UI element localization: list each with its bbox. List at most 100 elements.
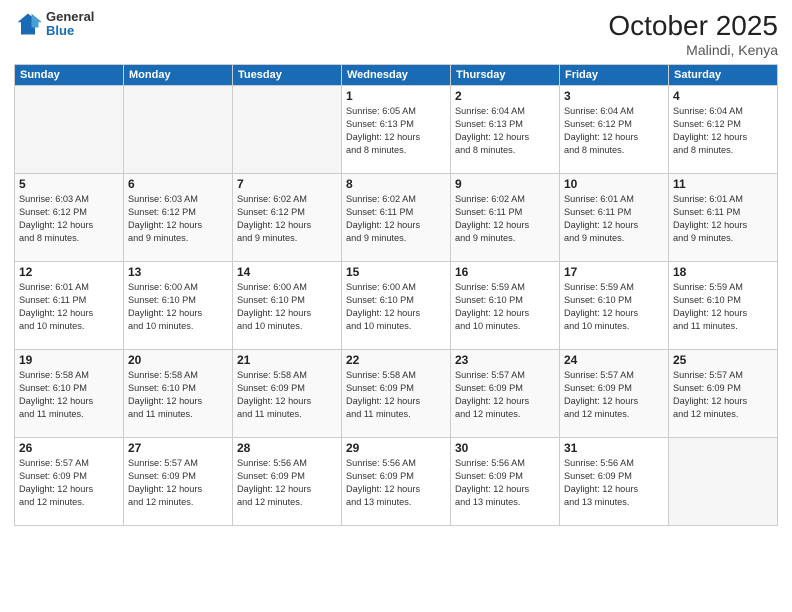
table-row: 10 Sunrise: 6:01 AM Sunset: 6:11 PM Dayli… bbox=[560, 174, 669, 262]
day-number: 18 bbox=[673, 265, 773, 279]
logo-general: General bbox=[46, 10, 94, 24]
table-row: 6 Sunrise: 6:03 AM Sunset: 6:12 PM Daylig… bbox=[124, 174, 233, 262]
page: General Blue October 2025 Malindi, Kenya… bbox=[0, 0, 792, 612]
day-number: 3 bbox=[564, 89, 664, 103]
day-number: 7 bbox=[237, 177, 337, 191]
day-number: 10 bbox=[564, 177, 664, 191]
day-number: 26 bbox=[19, 441, 119, 455]
day-info: Sunrise: 5:56 AM Sunset: 6:09 PM Dayligh… bbox=[564, 457, 664, 509]
day-info: Sunrise: 5:57 AM Sunset: 6:09 PM Dayligh… bbox=[564, 369, 664, 421]
day-number: 27 bbox=[128, 441, 228, 455]
day-number: 28 bbox=[237, 441, 337, 455]
day-number: 31 bbox=[564, 441, 664, 455]
day-number: 14 bbox=[237, 265, 337, 279]
day-info: Sunrise: 6:04 AM Sunset: 6:12 PM Dayligh… bbox=[673, 105, 773, 157]
day-number: 21 bbox=[237, 353, 337, 367]
col-friday: Friday bbox=[560, 65, 669, 86]
day-info: Sunrise: 6:00 AM Sunset: 6:10 PM Dayligh… bbox=[128, 281, 228, 333]
col-thursday: Thursday bbox=[451, 65, 560, 86]
day-number: 20 bbox=[128, 353, 228, 367]
logo-blue: Blue bbox=[46, 24, 94, 38]
header: General Blue October 2025 Malindi, Kenya bbox=[14, 10, 778, 58]
col-tuesday: Tuesday bbox=[233, 65, 342, 86]
calendar-header-row: Sunday Monday Tuesday Wednesday Thursday… bbox=[15, 65, 778, 86]
table-row: 5 Sunrise: 6:03 AM Sunset: 6:12 PM Daylig… bbox=[15, 174, 124, 262]
table-row: 4 Sunrise: 6:04 AM Sunset: 6:12 PM Daylig… bbox=[669, 86, 778, 174]
day-number: 30 bbox=[455, 441, 555, 455]
col-sunday: Sunday bbox=[15, 65, 124, 86]
table-row bbox=[124, 86, 233, 174]
day-info: Sunrise: 5:58 AM Sunset: 6:09 PM Dayligh… bbox=[346, 369, 446, 421]
day-number: 4 bbox=[673, 89, 773, 103]
day-number: 5 bbox=[19, 177, 119, 191]
day-info: Sunrise: 6:01 AM Sunset: 6:11 PM Dayligh… bbox=[564, 193, 664, 245]
table-row: 8Sunrise: 6:02 AM Sunset: 6:11 PM Daylig… bbox=[342, 174, 451, 262]
day-info: Sunrise: 6:04 AM Sunset: 6:13 PM Dayligh… bbox=[455, 105, 555, 157]
day-info: Sunrise: 5:57 AM Sunset: 6:09 PM Dayligh… bbox=[128, 457, 228, 509]
table-row bbox=[669, 438, 778, 526]
day-number: 12 bbox=[19, 265, 119, 279]
day-number: 8 bbox=[346, 177, 446, 191]
day-info: Sunrise: 5:59 AM Sunset: 6:10 PM Dayligh… bbox=[455, 281, 555, 333]
table-row: 3Sunrise: 6:04 AM Sunset: 6:12 PM Daylig… bbox=[560, 86, 669, 174]
day-info: Sunrise: 5:57 AM Sunset: 6:09 PM Dayligh… bbox=[673, 369, 773, 421]
table-row: 24 Sunrise: 5:57 AM Sunset: 6:09 PM Dayli… bbox=[560, 350, 669, 438]
table-row: 11 Sunrise: 6:01 AM Sunset: 6:11 PM Dayli… bbox=[669, 174, 778, 262]
table-row: 14Sunrise: 6:00 AM Sunset: 6:10 PM Dayli… bbox=[233, 262, 342, 350]
day-info: Sunrise: 6:03 AM Sunset: 6:12 PM Dayligh… bbox=[19, 193, 119, 245]
day-info: Sunrise: 5:58 AM Sunset: 6:10 PM Dayligh… bbox=[19, 369, 119, 421]
day-info: Sunrise: 5:56 AM Sunset: 6:09 PM Dayligh… bbox=[346, 457, 446, 509]
day-info: Sunrise: 5:58 AM Sunset: 6:09 PM Dayligh… bbox=[237, 369, 337, 421]
table-row: 12Sunrise: 6:01 AM Sunset: 6:11 PM Dayli… bbox=[15, 262, 124, 350]
calendar: Sunday Monday Tuesday Wednesday Thursday… bbox=[14, 64, 778, 526]
day-number: 11 bbox=[673, 177, 773, 191]
day-number: 19 bbox=[19, 353, 119, 367]
day-info: Sunrise: 5:56 AM Sunset: 6:09 PM Dayligh… bbox=[455, 457, 555, 509]
day-info: Sunrise: 5:59 AM Sunset: 6:10 PM Dayligh… bbox=[673, 281, 773, 333]
col-monday: Monday bbox=[124, 65, 233, 86]
logo-text: General Blue bbox=[46, 10, 94, 39]
table-row: 29Sunrise: 5:56 AM Sunset: 6:09 PM Dayli… bbox=[342, 438, 451, 526]
day-info: Sunrise: 5:56 AM Sunset: 6:09 PM Dayligh… bbox=[237, 457, 337, 509]
col-saturday: Saturday bbox=[669, 65, 778, 86]
day-info: Sunrise: 5:57 AM Sunset: 6:09 PM Dayligh… bbox=[19, 457, 119, 509]
day-info: Sunrise: 5:57 AM Sunset: 6:09 PM Dayligh… bbox=[455, 369, 555, 421]
table-row: 30 Sunrise: 5:56 AM Sunset: 6:09 PM Dayli… bbox=[451, 438, 560, 526]
col-wednesday: Wednesday bbox=[342, 65, 451, 86]
day-info: Sunrise: 6:03 AM Sunset: 6:12 PM Dayligh… bbox=[128, 193, 228, 245]
day-number: 24 bbox=[564, 353, 664, 367]
day-number: 13 bbox=[128, 265, 228, 279]
table-row: 26 Sunrise: 5:57 AM Sunset: 6:09 PM Dayli… bbox=[15, 438, 124, 526]
table-row: 22Sunrise: 5:58 AM Sunset: 6:09 PM Dayli… bbox=[342, 350, 451, 438]
day-info: Sunrise: 5:58 AM Sunset: 6:10 PM Dayligh… bbox=[128, 369, 228, 421]
day-number: 1 bbox=[346, 89, 446, 103]
day-number: 16 bbox=[455, 265, 555, 279]
calendar-week-row: 19 Sunrise: 5:58 AM Sunset: 6:10 PM Dayli… bbox=[15, 350, 778, 438]
table-row: 19 Sunrise: 5:58 AM Sunset: 6:10 PM Dayli… bbox=[15, 350, 124, 438]
day-number: 6 bbox=[128, 177, 228, 191]
table-row: 9Sunrise: 6:02 AM Sunset: 6:11 PM Daylig… bbox=[451, 174, 560, 262]
table-row: 16 Sunrise: 5:59 AM Sunset: 6:10 PM Dayli… bbox=[451, 262, 560, 350]
title-block: October 2025 Malindi, Kenya bbox=[608, 10, 778, 58]
table-row: 25Sunrise: 5:57 AM Sunset: 6:09 PM Dayli… bbox=[669, 350, 778, 438]
logo-icon bbox=[14, 10, 42, 38]
table-row: 27 Sunrise: 5:57 AM Sunset: 6:09 PM Dayli… bbox=[124, 438, 233, 526]
table-row: 7 Sunrise: 6:02 AM Sunset: 6:12 PM Daylig… bbox=[233, 174, 342, 262]
table-row bbox=[233, 86, 342, 174]
day-info: Sunrise: 6:00 AM Sunset: 6:10 PM Dayligh… bbox=[346, 281, 446, 333]
day-info: Sunrise: 5:59 AM Sunset: 6:10 PM Dayligh… bbox=[564, 281, 664, 333]
logo: General Blue bbox=[14, 10, 94, 39]
day-info: Sunrise: 6:05 AM Sunset: 6:13 PM Dayligh… bbox=[346, 105, 446, 157]
day-info: Sunrise: 6:02 AM Sunset: 6:11 PM Dayligh… bbox=[455, 193, 555, 245]
day-number: 23 bbox=[455, 353, 555, 367]
table-row: 2 Sunrise: 6:04 AM Sunset: 6:13 PM Daylig… bbox=[451, 86, 560, 174]
table-row: 31 Sunrise: 5:56 AM Sunset: 6:09 PM Dayli… bbox=[560, 438, 669, 526]
table-row: 28 Sunrise: 5:56 AM Sunset: 6:09 PM Dayli… bbox=[233, 438, 342, 526]
day-info: Sunrise: 6:02 AM Sunset: 6:12 PM Dayligh… bbox=[237, 193, 337, 245]
table-row: 21 Sunrise: 5:58 AM Sunset: 6:09 PM Dayli… bbox=[233, 350, 342, 438]
calendar-week-row: 26 Sunrise: 5:57 AM Sunset: 6:09 PM Dayli… bbox=[15, 438, 778, 526]
day-number: 2 bbox=[455, 89, 555, 103]
table-row bbox=[15, 86, 124, 174]
table-row: 20 Sunrise: 5:58 AM Sunset: 6:10 PM Dayli… bbox=[124, 350, 233, 438]
day-info: Sunrise: 6:01 AM Sunset: 6:11 PM Dayligh… bbox=[673, 193, 773, 245]
